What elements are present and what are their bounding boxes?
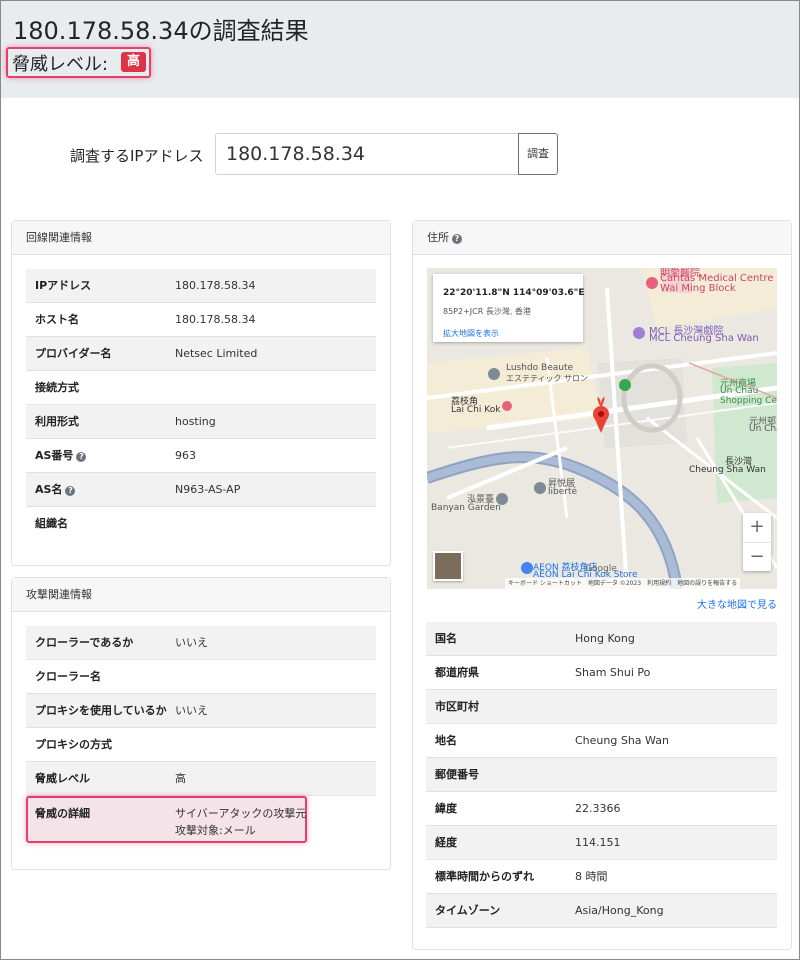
map-attribution[interactable]: キーボード ショートカット 地図データ ©2023 利用規約 地図の誤りを報告す… bbox=[505, 578, 741, 589]
page-title: 180.178.58.34の調査結果 bbox=[13, 17, 309, 45]
satellite-toggle[interactable] bbox=[433, 551, 463, 581]
map-larger-link[interactable]: 拡大地図を表示 bbox=[443, 328, 499, 339]
table-row: 組織名 bbox=[35, 517, 68, 530]
table-row: AS番号? 963 bbox=[26, 439, 376, 473]
table-row: 国名 Hong Kong bbox=[426, 622, 777, 656]
bigger-map-link[interactable]: 大きな地図で見る bbox=[697, 596, 777, 611]
attack-info-title: 攻撃関連情報 bbox=[12, 578, 390, 612]
map-label: MCL Cheung Sha Wan bbox=[649, 333, 759, 344]
table-row: 郵便番号 bbox=[426, 758, 777, 792]
table-row: 接続方式 bbox=[26, 371, 376, 405]
google-logo: Google bbox=[585, 564, 617, 574]
address-info-table: 国名 Hong Kong 都道府県 Sham Shui Po 市区町村 地名 Cheu… bbox=[426, 622, 777, 928]
address-title: 住所? bbox=[413, 221, 791, 255]
search-label: 調査するIPアドレス bbox=[70, 147, 204, 165]
network-info-card: 回線関連情報 IPアドレス 180.178.58.34 ホスト名 180.178.5… bbox=[11, 220, 391, 566]
table-row: 脅威レベル高 bbox=[26, 762, 376, 796]
table-row: 利用形式 hosting bbox=[26, 405, 376, 439]
map-plus-code: 85P2+JCR 長沙灣, 香港 bbox=[443, 307, 531, 316]
help-icon[interactable]: ? bbox=[65, 486, 76, 496]
table-row: クローラーであるか いいえ bbox=[26, 626, 376, 660]
map-label: Cheung Sha Wan bbox=[689, 465, 766, 475]
map-info-window: 22°20'11.8"N 114°09'03.6"E 85P2+JCR 長沙灣,… bbox=[433, 274, 585, 342]
map-label: Lai Chi Kok bbox=[451, 405, 501, 415]
map-label: Shopping Centre bbox=[720, 396, 777, 406]
threat-level-badge: 高 bbox=[121, 52, 146, 72]
attack-info-table: クローラーであるか いいえ クローラー名 プロキシを使用しているか いいえ プロキシ… bbox=[26, 626, 376, 796]
table-row: タイムゾーン Asia/Hong_Kong bbox=[426, 894, 777, 928]
table-row: プロバイダー名 Netsec Limited bbox=[26, 337, 376, 371]
zoom-in-button[interactable]: + bbox=[743, 513, 771, 541]
table-row: IPアドレス 180.178.58.34 bbox=[26, 269, 376, 303]
help-icon[interactable]: ? bbox=[452, 234, 462, 244]
map-label: エステティック サロン bbox=[506, 374, 589, 383]
map-label: Un Chau bbox=[720, 386, 759, 396]
map-zoom-control: + − bbox=[743, 513, 771, 571]
ip-search-input[interactable]: 180.178.58.34 bbox=[215, 133, 520, 175]
search-button[interactable]: 調査 bbox=[518, 133, 558, 175]
threat-detail-value: サイバーアタックの攻撃元 bbox=[175, 807, 307, 820]
map-label: Lushdo Beaute bbox=[506, 363, 574, 373]
threat-detail-value: 攻撃対象:メール bbox=[175, 824, 256, 837]
google-map[interactable]: 22°20'11.8"N 114°09'03.6"E 85P2+JCR 長沙灣,… bbox=[427, 268, 777, 589]
map-label: liberté bbox=[548, 487, 578, 497]
table-row: 経度 114.151 bbox=[426, 826, 777, 860]
table-row: 標準時間からのずれ 8 時間 bbox=[426, 860, 777, 894]
table-row: 市区町村 bbox=[426, 690, 777, 724]
table-row: クローラー名 bbox=[26, 660, 376, 694]
network-info-title: 回線関連情報 bbox=[12, 221, 390, 255]
table-row: プロキシを使用しているか いいえ bbox=[26, 694, 376, 728]
table-row: 緯度 22.3366 bbox=[426, 792, 777, 826]
zoom-out-button[interactable]: − bbox=[743, 542, 771, 570]
map-label: Wai Ming Block bbox=[660, 283, 736, 294]
table-row: 地名 Cheung Sha Wan bbox=[426, 724, 777, 758]
threat-level-label: 脅威レベル: bbox=[12, 54, 109, 75]
map-label: Banyan Garden bbox=[431, 503, 501, 513]
table-row: ホスト名 180.178.58.34 bbox=[26, 303, 376, 337]
map-label: Un Chau Estate bbox=[749, 424, 777, 434]
help-icon[interactable]: ? bbox=[76, 452, 87, 462]
table-row: AS名? N963-AS-AP bbox=[26, 473, 376, 507]
map-coordinates: 22°20'11.8"N 114°09'03.6"E bbox=[443, 288, 585, 298]
threat-detail-key: 脅威の詳細 bbox=[35, 807, 90, 820]
table-row: 都道府県 Sham Shui Po bbox=[426, 656, 777, 690]
table-row: プロキシの方式 bbox=[26, 728, 376, 762]
network-info-table: IPアドレス 180.178.58.34 ホスト名 180.178.58.34 プロ… bbox=[26, 269, 376, 541]
